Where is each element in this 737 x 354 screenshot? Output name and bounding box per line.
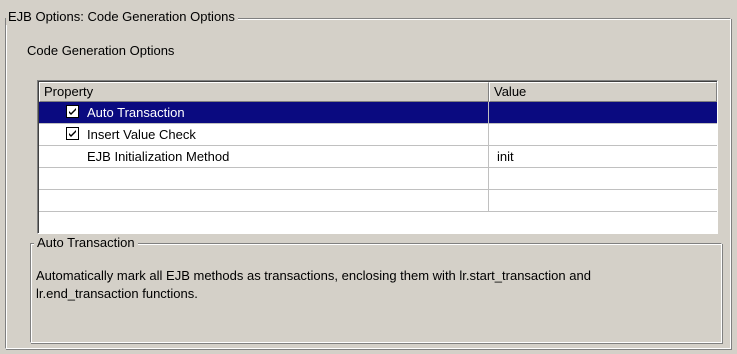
grid-header: Property Value	[39, 82, 717, 102]
grid-row-empty[interactable]	[39, 190, 717, 212]
value-cell[interactable]: init	[489, 146, 717, 167]
checkmark-icon	[69, 108, 76, 115]
value-cell[interactable]	[489, 190, 717, 211]
property-label: Auto Transaction	[87, 105, 185, 120]
description-line-1: Automatically mark all EJB methods as tr…	[36, 268, 591, 283]
column-header-value[interactable]: Value	[489, 82, 717, 102]
grid-row-auto-transaction[interactable]: Auto Transaction	[39, 102, 717, 124]
property-cell[interactable]	[39, 190, 489, 211]
auto-transaction-checkbox[interactable]	[66, 105, 79, 118]
description-line-2: lr.end_transaction functions.	[36, 286, 198, 301]
checkmark-icon	[69, 130, 76, 137]
property-label: Insert Value Check	[87, 127, 196, 142]
grid-row-insert-value-check[interactable]: Insert Value Check	[39, 124, 717, 146]
value-cell[interactable]	[489, 124, 717, 145]
property-label: EJB Initialization Method	[87, 149, 230, 164]
insert-value-check-checkbox[interactable]	[66, 127, 79, 140]
value-cell[interactable]	[489, 168, 717, 189]
grid-row-ejb-initialization-method[interactable]: EJB Initialization Method init	[39, 146, 717, 168]
section-heading: Code Generation Options	[27, 43, 175, 58]
property-cell[interactable]	[39, 168, 489, 189]
description-text: Automatically mark all EJB methods as tr…	[36, 267, 716, 303]
description-title: Auto Transaction	[34, 235, 138, 251]
column-header-property[interactable]: Property	[39, 82, 489, 102]
group-title: EJB Options: Code Generation Options	[6, 9, 238, 25]
value-cell[interactable]	[489, 102, 717, 123]
property-cell[interactable]: EJB Initialization Method	[39, 146, 489, 167]
property-cell[interactable]: Insert Value Check	[39, 124, 489, 145]
property-cell[interactable]: Auto Transaction	[39, 102, 489, 123]
property-grid: Property Value Auto Transaction Insert V…	[37, 80, 718, 234]
dialog: EJB Options: Code Generation Options Cod…	[0, 0, 737, 354]
grid-row-empty[interactable]	[39, 168, 717, 190]
